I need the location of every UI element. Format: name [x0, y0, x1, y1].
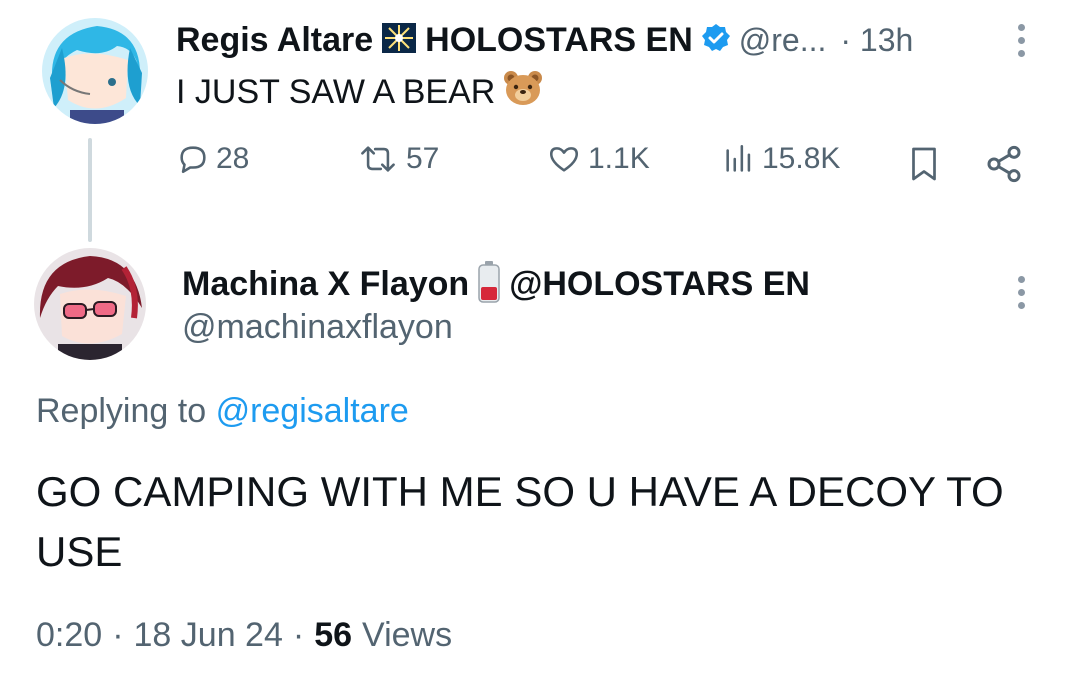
reply-meta: 0:20 · 18 Jun 24 · 56 Views [36, 616, 452, 655]
reply-header: Machina X Flayon @HOLOSTARS EN [182, 260, 810, 309]
parent-handle[interactable]: @re... [739, 22, 827, 59]
replying-prefix: Replying to [36, 392, 207, 430]
bookmark-icon[interactable] [906, 144, 942, 189]
verified-icon [701, 23, 731, 58]
reply-handle[interactable]: @machinaxflayon [182, 308, 453, 347]
views-count: 15.8K [762, 142, 841, 175]
reply-action[interactable]: 28 [176, 142, 249, 176]
parent-text-body: I JUST SAW A BEAR [176, 73, 496, 111]
repost-action[interactable]: 57 [356, 142, 439, 176]
parent-display-name[interactable]: Regis Altare [176, 21, 373, 60]
meta-separator: · [292, 616, 305, 654]
reply-meta-time[interactable]: 0:20 [36, 616, 102, 655]
reply-org-label[interactable]: @HOLOSTARS EN [509, 265, 810, 304]
replying-handle-link[interactable]: @regisaltare [216, 392, 409, 430]
reply-icon [176, 142, 210, 176]
views-icon [722, 142, 756, 176]
thread-line [88, 138, 92, 242]
battery-icon [477, 260, 501, 309]
star-flag-icon [381, 22, 417, 59]
like-action[interactable]: 1.1K [546, 142, 650, 176]
regis-avatar[interactable] [42, 18, 148, 124]
like-icon [546, 142, 582, 176]
meta-separator: · [112, 616, 124, 654]
replying-to: Replying to @regisaltare [36, 392, 409, 431]
reply-count: 28 [216, 142, 250, 175]
share-icon[interactable] [984, 144, 1024, 189]
bear-emoji-icon [503, 70, 543, 115]
like-count: 1.1K [588, 142, 650, 175]
parent-org-label[interactable]: HOLOSTARS EN [425, 21, 693, 60]
reply-display-name[interactable]: Machina X Flayon [182, 265, 469, 304]
reply-meta-date[interactable]: 18 Jun 24 [134, 616, 283, 655]
reply-views-count[interactable]: 56 [314, 616, 352, 655]
reply-more-icon[interactable] [1018, 276, 1025, 309]
machina-avatar[interactable] [34, 248, 146, 360]
parent-text: I JUST SAW A BEAR [176, 70, 543, 115]
repost-count: 57 [406, 142, 440, 175]
reply-views-label: Views [362, 616, 453, 654]
parent-header: Regis Altare HOLOSTARS EN @re... · 13h [176, 18, 913, 62]
repost-icon [356, 142, 400, 176]
views-action[interactable]: 15.8K [722, 142, 840, 176]
parent-more-icon[interactable] [1018, 24, 1025, 57]
reply-text: GO CAMPING WITH ME SO U HAVE A DECOY TO … [36, 468, 1004, 575]
parent-time[interactable]: · 13h [840, 22, 913, 59]
